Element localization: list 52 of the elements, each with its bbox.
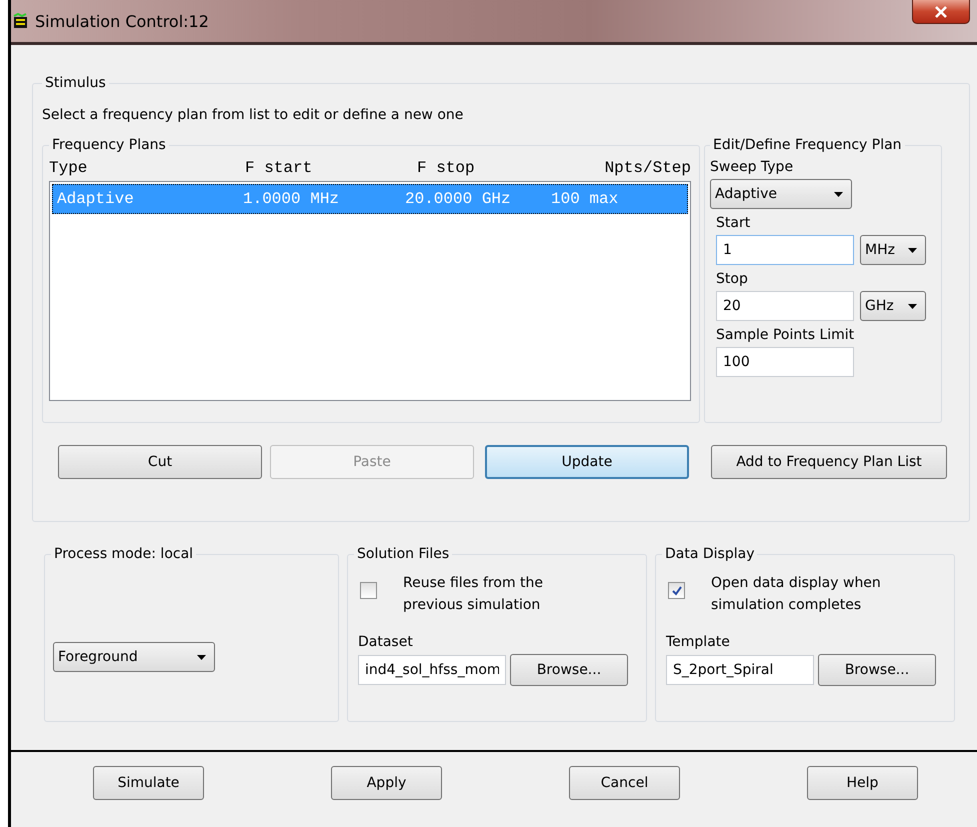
column-header: Npts/Step: [604, 159, 691, 177]
start-input[interactable]: 1: [716, 235, 854, 265]
list-cell-text: 20.0000 GHz: [405, 190, 512, 208]
stop-input[interactable]: 20: [716, 291, 854, 321]
dialog-button[interactable]: Cancel: [569, 766, 680, 800]
group-title: Stimulus: [44, 75, 107, 91]
unit-dropdown[interactable]: GHz: [860, 291, 926, 321]
checkbox[interactable]: [668, 582, 685, 599]
column-header: F stop: [417, 159, 476, 177]
list-cell-text: 1.0000 MHz: [243, 190, 340, 208]
window-title: Simulation Control:12: [35, 12, 209, 30]
instruction-text: Select a frequency plan from list to edit or define a new one: [42, 107, 464, 123]
caret-icon: [908, 248, 917, 252]
list-cell: 100 max: [551, 190, 618, 208]
browse-button[interactable]: Browse...: [510, 654, 628, 686]
field-label: Sample Points Limit: [716, 327, 856, 343]
group-title: Edit/Define Frequency Plan: [712, 137, 903, 153]
group-title: Frequency Plans: [51, 137, 167, 153]
file-input[interactable]: S_2port_Spiral: [666, 655, 814, 685]
action-button[interactable]: Update: [485, 445, 689, 479]
action-button[interactable]: Cut: [58, 445, 262, 479]
field-label: Dataset: [358, 634, 414, 650]
checkmark-icon: [672, 586, 682, 596]
list-cell-text: Adaptive: [57, 190, 135, 208]
caret-icon: [908, 304, 917, 308]
field-label: Stop: [716, 271, 749, 287]
close-icon: [934, 6, 948, 18]
checkbox-label: Reuse files from the previous simulation: [403, 574, 544, 615]
dialog-button[interactable]: Apply: [331, 766, 442, 800]
close-button[interactable]: [912, 0, 970, 24]
sample-points-input[interactable]: 100: [716, 347, 854, 377]
field-label: Sweep Type: [710, 159, 794, 175]
checkbox-label: Open data display when simulation completes: [711, 574, 882, 615]
caret-icon: [197, 654, 206, 660]
checkbox[interactable]: [360, 582, 377, 599]
sweep-type-dropdown[interactable]: Adaptive: [710, 179, 852, 209]
process-mode-dropdown[interactable]: Foreground: [53, 642, 215, 672]
column-header: F start: [245, 159, 314, 177]
group-title: Process mode: local: [53, 546, 194, 562]
field-label: Template: [666, 634, 731, 650]
field-label: Start: [716, 215, 752, 231]
file-input[interactable]: ind4_sol_hfss_mom: [358, 655, 506, 685]
group-title: Data Display: [664, 546, 756, 562]
column-header: Type: [49, 159, 88, 177]
app-icon: [13, 13, 29, 29]
unit-dropdown[interactable]: MHz: [860, 235, 926, 265]
caret-icon: [834, 192, 843, 196]
dialog-button[interactable]: Help: [807, 766, 918, 800]
action-button[interactable]: Add to Frequency Plan List: [711, 445, 947, 479]
group-title: Solution Files: [356, 546, 450, 562]
browse-button[interactable]: Browse...: [818, 654, 936, 686]
dialog-button[interactable]: Simulate: [93, 766, 204, 800]
